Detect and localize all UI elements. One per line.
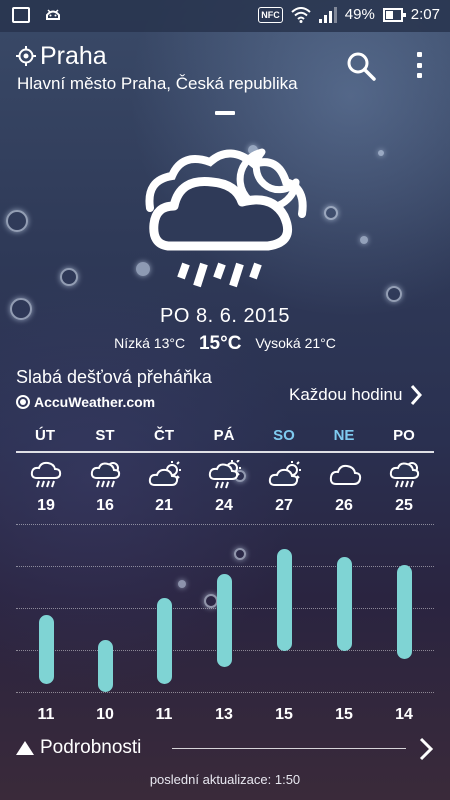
bokeh-light xyxy=(324,206,338,220)
nfc-icon: NFC xyxy=(258,6,283,23)
temp-range-bar xyxy=(97,639,113,692)
condition-text: Slabá dešťová přeháňka xyxy=(16,367,212,387)
day-label: ST xyxy=(95,427,115,444)
drag-handle[interactable] xyxy=(215,111,235,115)
low-temp-value: 14 xyxy=(395,706,413,723)
accuweather-link[interactable]: AccuWeather.com xyxy=(16,394,155,410)
region-name: Hlavní město Praha, Česká republika xyxy=(17,74,298,93)
cloud-rain-icon xyxy=(30,461,62,488)
low-temp-value: 13 xyxy=(215,706,233,723)
location-icon[interactable] xyxy=(16,46,36,66)
high-temp: Vysoká 21°C xyxy=(255,335,336,351)
high-temp-value: 25 xyxy=(395,497,413,514)
current-temp: 15°C xyxy=(198,333,242,354)
high-temp-value: 26 xyxy=(335,497,353,514)
city-name[interactable]: Praha xyxy=(40,42,107,71)
last-updated: poslední aktualizace: 1:50 xyxy=(149,772,301,787)
triangle-up-icon xyxy=(16,741,34,755)
android-icon xyxy=(46,9,60,20)
bokeh-light xyxy=(204,594,218,608)
grid-line xyxy=(16,692,434,693)
day-label: PO xyxy=(393,427,415,444)
provider-label: AccuWeather.com xyxy=(34,394,156,410)
cloud-moon-rain-icon xyxy=(145,148,307,288)
details-label: Podrobnosti xyxy=(40,737,142,758)
temperature-summary: Nízká 13°C 15°C Vysoká 21°C xyxy=(0,333,450,355)
temp-range-bar xyxy=(216,573,232,668)
day-label: SO xyxy=(273,427,295,444)
low-temp-value: 11 xyxy=(37,706,55,723)
cloud-icon xyxy=(329,464,362,485)
bokeh-light xyxy=(234,548,246,560)
day-label: PÁ xyxy=(213,427,235,444)
sun-cloud-rain-icon xyxy=(208,460,241,489)
temp-range-bar xyxy=(336,557,352,651)
grid-line xyxy=(16,524,434,525)
day-label: ÚT xyxy=(35,427,55,444)
bokeh-light xyxy=(6,210,28,232)
day-label: NE xyxy=(333,427,355,444)
chevron-right-icon[interactable] xyxy=(418,737,434,761)
temp-range-bar xyxy=(396,565,412,660)
sun-cloud-icon xyxy=(148,461,181,486)
temp-range-bar xyxy=(38,614,54,684)
high-temp-value: 21 xyxy=(155,497,173,514)
details-button[interactable]: Podrobnosti xyxy=(16,737,141,759)
bokeh-light xyxy=(386,286,402,302)
low-temp-value: 11 xyxy=(155,706,173,723)
bokeh-light xyxy=(60,268,78,286)
chevron-right-icon xyxy=(411,385,423,405)
temp-range-bar xyxy=(156,598,172,684)
high-temp-value: 19 xyxy=(37,497,55,514)
day-label: ČT xyxy=(154,427,174,444)
current-date: PO 8. 6. 2015 xyxy=(160,305,290,327)
bokeh-light xyxy=(178,580,186,588)
hourly-button[interactable]: Každou hodinu xyxy=(289,384,423,406)
battery-icon xyxy=(382,7,406,22)
sun-cloud-icon xyxy=(268,461,301,486)
high-temp-value: 27 xyxy=(275,497,293,514)
divider xyxy=(172,748,406,749)
low-temp-value: 15 xyxy=(275,706,293,723)
cloud-sun-rain-icon xyxy=(389,462,420,488)
more-vert-icon[interactable] xyxy=(414,52,424,78)
high-temp-value: 16 xyxy=(96,497,114,514)
clock: 2:07 xyxy=(410,6,440,23)
hourly-label: Každou hodinu xyxy=(289,385,403,404)
low-temp: Nízká 13°C xyxy=(114,335,186,351)
battery-percent: 49% xyxy=(344,6,375,23)
search-icon[interactable] xyxy=(345,50,377,82)
status-bar: NFC 49% 2:07 xyxy=(0,0,450,32)
wifi-icon xyxy=(291,6,311,23)
bokeh-light xyxy=(378,150,384,156)
signal-icon xyxy=(318,6,337,23)
bokeh-light xyxy=(360,236,368,244)
low-temp-value: 10 xyxy=(96,706,114,723)
low-temp-value: 15 xyxy=(335,706,353,723)
image-icon xyxy=(12,7,30,23)
cloud-sun-rain-icon xyxy=(90,462,121,488)
accuweather-logo-icon xyxy=(16,395,30,409)
temp-range-bar xyxy=(276,549,292,651)
grid-line xyxy=(16,566,434,567)
forecast-days-header: ÚT ST ČT PÁ SO NE PO xyxy=(16,421,434,453)
high-temp-value: 24 xyxy=(215,497,233,514)
